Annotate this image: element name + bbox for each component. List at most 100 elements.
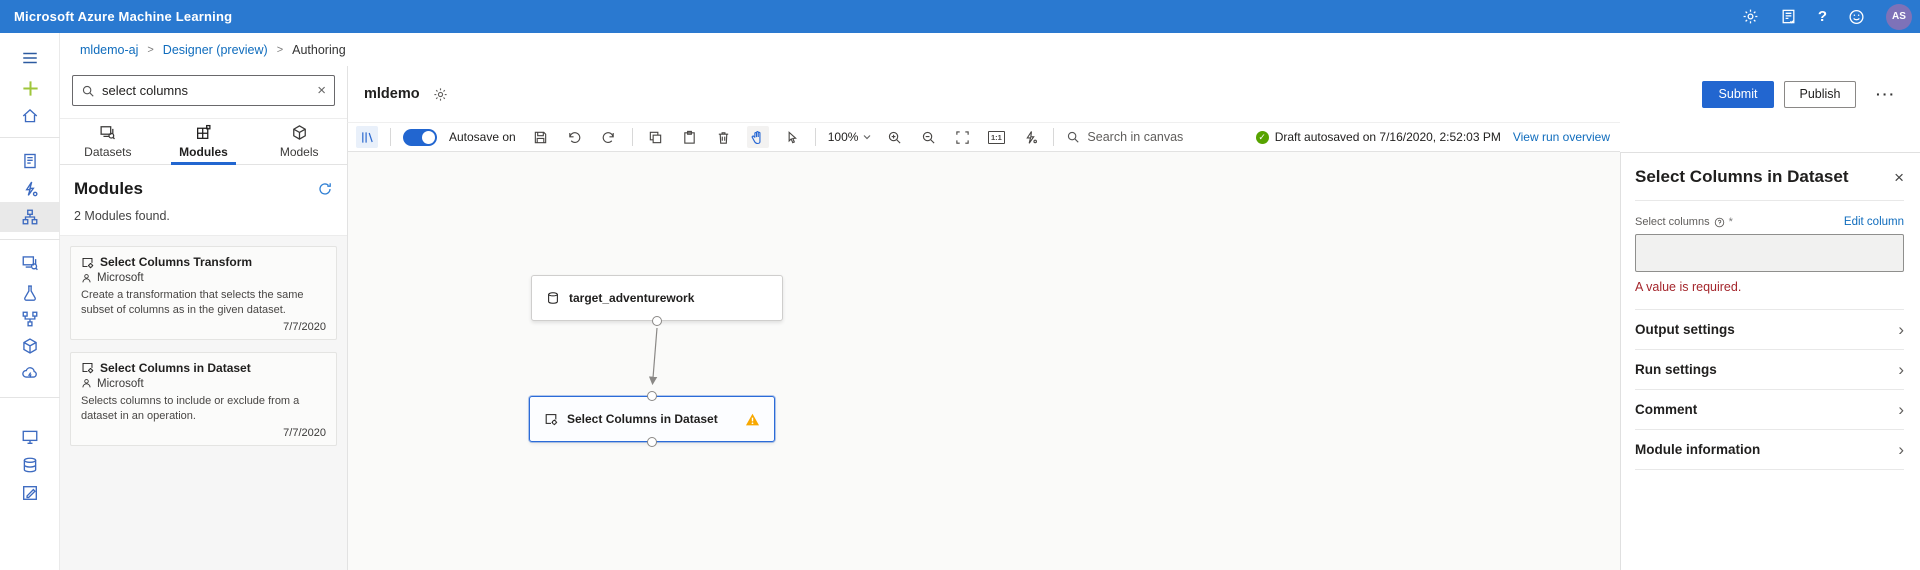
clear-search-icon[interactable]: × [317, 83, 326, 98]
node-select-columns-in-dataset[interactable]: Select Columns in Dataset [529, 396, 775, 442]
tab-label: Modules [179, 145, 228, 159]
app-window: Microsoft Azure Machine Learning ? AS ml… [0, 0, 1920, 570]
node-label: Select Columns in Dataset [567, 412, 718, 426]
feedback-icon[interactable] [1780, 8, 1797, 25]
input-port[interactable] [647, 391, 657, 401]
section-output-settings[interactable]: Output settings › [1635, 310, 1904, 350]
close-icon[interactable]: × [1894, 169, 1904, 186]
zoom-level-value: 100% [828, 130, 859, 144]
paste-icon[interactable] [679, 126, 701, 148]
search-icon [81, 84, 95, 98]
person-icon [81, 378, 92, 389]
canvas-search-input[interactable] [1087, 130, 1237, 144]
breadcrumb-separator: > [147, 44, 153, 56]
autosave-status: ✓ Draft autosaved on 7/16/2020, 2:52:03 … [1256, 130, 1610, 144]
delete-icon[interactable] [713, 126, 735, 148]
canvas-search-box[interactable] [1066, 130, 1237, 144]
zoom-in-icon[interactable] [883, 126, 905, 148]
edit-column-link[interactable]: Edit column [1844, 216, 1904, 228]
user-avatar[interactable]: AS [1886, 4, 1912, 30]
module-card-author: Microsoft [97, 272, 144, 284]
redo-icon[interactable] [598, 126, 620, 148]
section-module-information[interactable]: Module information › [1635, 430, 1904, 470]
tab-datasets[interactable]: Datasets [60, 119, 156, 164]
zoom-level-dropdown[interactable]: 100% [828, 130, 872, 144]
pipelines-icon[interactable] [0, 304, 60, 334]
accordion-sections: Output settings › Run settings › Comment… [1635, 309, 1904, 470]
endpoints-icon[interactable] [0, 358, 60, 388]
dataset-icon [546, 291, 560, 305]
section-comment[interactable]: Comment › [1635, 390, 1904, 430]
breadcrumb: mldemo-aj > Designer (preview) > Authori… [60, 33, 1920, 66]
help-info-icon[interactable] [1714, 217, 1725, 228]
settings-gear-icon[interactable] [1742, 8, 1759, 25]
undo-icon[interactable] [564, 126, 586, 148]
zoom-actual-size-icon[interactable]: 1:1 [985, 126, 1007, 148]
chevron-right-icon: › [1898, 400, 1904, 420]
datastores-icon[interactable] [0, 450, 60, 480]
data-labeling-icon[interactable] [0, 478, 60, 508]
chevron-right-icon: › [1898, 320, 1904, 340]
breadcrumb-workspace-link[interactable]: mldemo-aj [80, 43, 138, 57]
module-icon [81, 361, 94, 374]
autosave-toggle[interactable] [403, 129, 437, 146]
select-columns-label-row: Select columns * Edit column [1635, 216, 1904, 228]
fit-to-screen-icon[interactable] [951, 126, 973, 148]
palette-heading: Modules [74, 179, 143, 199]
tab-models[interactable]: Models [251, 119, 347, 164]
breadcrumb-designer-link[interactable]: Designer (preview) [163, 43, 268, 57]
compute-icon[interactable] [0, 422, 60, 452]
toggle-palette-icon[interactable] [356, 126, 378, 148]
automated-ml-icon[interactable] [0, 174, 60, 204]
pipeline-settings-gear-icon[interactable] [433, 87, 448, 102]
designer-icon[interactable] [0, 202, 60, 232]
designer-canvas[interactable]: target_adventurework Select Columns in D… [347, 152, 1620, 570]
notebooks-icon[interactable] [0, 146, 60, 176]
properties-title: Select Columns in Dataset [1635, 167, 1849, 187]
models-tab-icon [291, 124, 308, 141]
palette-search-input[interactable] [102, 83, 310, 98]
new-plus-icon[interactable] [0, 73, 60, 103]
view-run-overview-link[interactable]: View run overview [1513, 130, 1610, 144]
module-card-select-columns-transform[interactable]: Select Columns Transform Microsoft Creat… [70, 246, 337, 340]
panel-divider [1635, 200, 1904, 201]
select-pointer-icon[interactable] [781, 126, 803, 148]
chevron-right-icon: › [1898, 440, 1904, 460]
output-port[interactable] [647, 437, 657, 447]
select-columns-input[interactable] [1635, 234, 1904, 272]
tab-modules[interactable]: Modules [156, 119, 252, 164]
module-properties-panel: Select Columns in Dataset × Select colum… [1620, 152, 1920, 570]
palette-tabs: Datasets Modules Models [60, 118, 347, 165]
autosave-label: Autosave on [449, 130, 516, 144]
module-icon [544, 412, 558, 426]
module-card-select-columns-in-dataset[interactable]: Select Columns in Dataset Microsoft Sele… [70, 352, 337, 446]
more-options-icon[interactable]: ··· [1876, 86, 1896, 102]
section-run-settings[interactable]: Run settings › [1635, 350, 1904, 390]
datasets-tab-icon [99, 124, 116, 141]
node-label: target_adventurework [569, 291, 694, 305]
refresh-icon[interactable] [317, 181, 333, 197]
submit-button[interactable]: Submit [1702, 81, 1774, 108]
output-port[interactable] [652, 316, 662, 326]
publish-button[interactable]: Publish [1784, 81, 1856, 108]
module-palette-panel: × Datasets Modules Models Modules 2 Modu… [60, 66, 347, 570]
smiley-feedback-icon[interactable] [1848, 8, 1865, 25]
field-label: Select columns [1635, 216, 1710, 228]
pan-hand-icon[interactable] [747, 126, 769, 148]
hamburger-menu-icon[interactable] [0, 43, 60, 73]
home-icon[interactable] [0, 101, 60, 131]
palette-search-box[interactable]: × [72, 75, 335, 106]
help-icon[interactable]: ? [1818, 8, 1827, 25]
datasets-icon[interactable] [0, 248, 60, 278]
warning-icon [745, 412, 760, 427]
auto-layout-icon[interactable] [1019, 126, 1041, 148]
zoom-out-icon[interactable] [917, 126, 939, 148]
models-icon[interactable] [0, 331, 60, 361]
save-icon[interactable] [530, 126, 552, 148]
app-title: Microsoft Azure Machine Learning [14, 9, 232, 24]
node-target-adventurework[interactable]: target_adventurework [531, 275, 783, 321]
edge-connector [348, 152, 1621, 570]
properties-title-row: Select Columns in Dataset × [1635, 167, 1904, 187]
module-card-title: Select Columns Transform [100, 255, 252, 269]
copy-icon[interactable] [645, 126, 667, 148]
